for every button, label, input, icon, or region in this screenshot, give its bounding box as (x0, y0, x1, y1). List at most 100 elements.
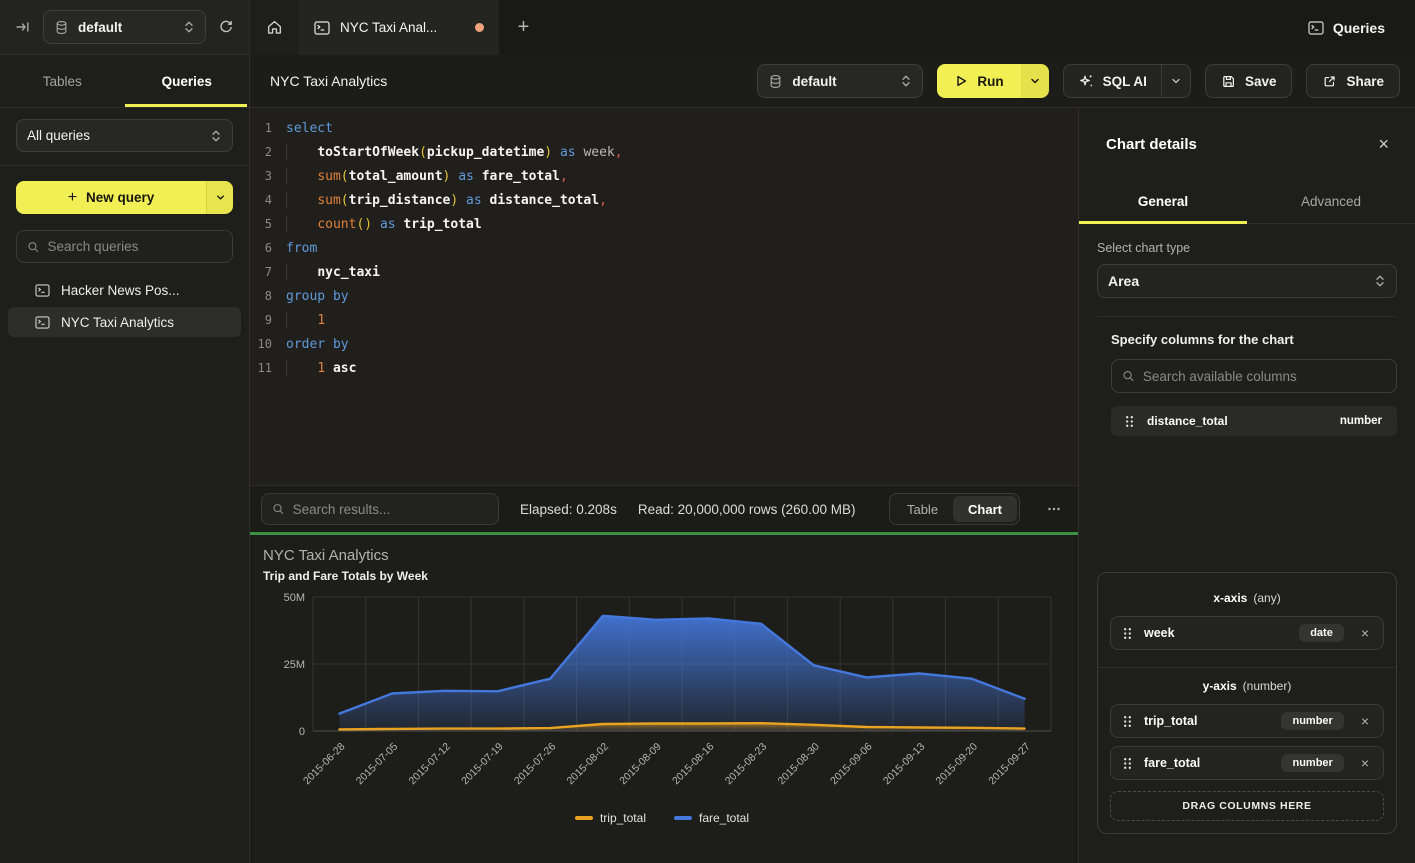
chart-type-value: Area (1108, 273, 1139, 289)
legend-swatch (674, 816, 692, 820)
new-query-button[interactable]: + New query (16, 181, 206, 214)
line-number: 4 (250, 193, 286, 207)
remove-column-icon[interactable]: × (1356, 626, 1374, 640)
sql-console-app: default NYC Taxi Anal... + (0, 0, 1415, 863)
new-query-button-group: + New query (16, 181, 233, 214)
more-options-icon[interactable] (1041, 502, 1067, 516)
remove-column-icon[interactable]: × (1356, 756, 1374, 770)
chart-details-title: Chart details (1106, 136, 1197, 153)
svg-text:2015-09-13: 2015-09-13 (881, 741, 928, 788)
query-terminal-icon (35, 316, 50, 329)
columns-search-input[interactable] (1143, 369, 1386, 384)
sub-bar: Tables Queries NYC Taxi Analytics defaul… (0, 55, 1415, 108)
svg-text:2015-07-19: 2015-07-19 (459, 741, 506, 788)
new-tab-button[interactable]: + (499, 0, 548, 55)
line-number: 7 (250, 265, 286, 279)
x-axis-label: x-axis (1213, 591, 1247, 605)
y-axis-column-trip-total[interactable]: trip_total number × (1110, 704, 1384, 738)
code-line[interactable]: 2 toStartOfWeek(pickup_datetime) as week… (250, 140, 1078, 164)
tab-queries[interactable]: Queries (125, 55, 250, 107)
database-icon (54, 20, 69, 35)
run-database-selector[interactable]: default (757, 64, 923, 98)
sql-ai-label: SQL AI (1103, 74, 1147, 89)
chart-subtitle: Trip and Fare Totals by Week (263, 569, 1068, 583)
content: All queries + New query (0, 108, 1415, 863)
share-button[interactable]: Share (1306, 64, 1400, 98)
new-query-options-button[interactable] (206, 181, 233, 214)
code-line[interactable]: 1select (250, 116, 1078, 140)
results-search-input[interactable] (293, 502, 488, 517)
line-number: 2 (250, 145, 286, 159)
code-line[interactable]: 4 sum(trip_distance) as distance_total, (250, 188, 1078, 212)
plus-icon: + (68, 189, 77, 207)
columns-search-box (1111, 359, 1397, 393)
active-tab-underline (1079, 221, 1247, 224)
svg-text:2015-08-16: 2015-08-16 (670, 741, 717, 788)
code-line[interactable]: 8group by (250, 284, 1078, 308)
run-button[interactable]: Run (937, 64, 1020, 98)
svg-text:2015-06-28: 2015-06-28 (301, 741, 348, 788)
column-name: trip_total (1144, 714, 1197, 728)
home-tab[interactable] (250, 0, 299, 55)
database-selector[interactable]: default (43, 10, 206, 44)
tab-advanced[interactable]: Advanced (1247, 180, 1415, 223)
code-line[interactable]: 9 1 (250, 308, 1078, 332)
sql-ai-button[interactable]: SQL AI (1064, 65, 1161, 97)
run-options-button[interactable] (1021, 64, 1049, 98)
close-icon[interactable]: × (1378, 135, 1389, 153)
code-line[interactable]: 6from (250, 236, 1078, 260)
chart-legend: trip_total fare_total (256, 811, 1068, 825)
query-terminal-icon (35, 284, 50, 297)
y-axis-label: y-axis (1203, 679, 1237, 693)
line-number: 11 (250, 361, 286, 375)
remove-column-icon[interactable]: × (1356, 714, 1374, 728)
query-list-item-hacker-news[interactable]: Hacker News Pos... (8, 275, 241, 305)
sql-editor[interactable]: 1select2 toStartOfWeek(pickup_datetime) … (250, 108, 1078, 485)
queries-nav[interactable]: Queries (1308, 0, 1415, 55)
code-line[interactable]: 10order by (250, 332, 1078, 356)
query-list-item-nyc-taxi[interactable]: NYC Taxi Analytics (8, 307, 241, 337)
legend-item[interactable]: fare_total (674, 811, 749, 825)
drag-handle-icon[interactable] (1123, 627, 1132, 640)
refresh-icon[interactable] (218, 19, 234, 35)
drag-handle-icon[interactable] (1125, 415, 1134, 428)
svg-text:2015-07-26: 2015-07-26 (512, 741, 559, 788)
code-line[interactable]: 5 count() as trip_total (250, 212, 1078, 236)
sql-ai-options-button[interactable] (1161, 65, 1190, 97)
query-filter-select[interactable]: All queries (16, 119, 233, 152)
code-line[interactable]: 3 sum(total_amount) as fare_total, (250, 164, 1078, 188)
drag-handle-icon[interactable] (1123, 757, 1132, 770)
legend-label: fare_total (699, 811, 749, 825)
new-query-label: New query (86, 190, 154, 205)
query-terminal-icon (314, 21, 330, 35)
chevron-updown-icon (900, 74, 912, 88)
y-axis-column-fare-total[interactable]: fare_total number × (1110, 746, 1384, 780)
area-chart: 025M50M2015-06-282015-07-052015-07-12201… (256, 587, 1068, 811)
x-axis-column-week[interactable]: week date × (1110, 616, 1384, 650)
chart-details-tabs: General Advanced (1079, 180, 1415, 224)
tab-general[interactable]: General (1079, 180, 1247, 223)
y-axis-heading: y-axis(number) (1110, 679, 1384, 693)
top-bar: default NYC Taxi Anal... + (0, 0, 1415, 55)
drag-handle-icon[interactable] (1123, 715, 1132, 728)
query-toolbar: NYC Taxi Analytics default Run (250, 55, 1415, 108)
code-line[interactable]: 7 nyc_taxi (250, 260, 1078, 284)
table-view-button[interactable]: Table (892, 496, 953, 522)
results-view-toggle: Table Chart (889, 493, 1020, 525)
x-axis-heading: x-axis(any) (1110, 591, 1384, 605)
legend-item[interactable]: trip_total (575, 811, 646, 825)
code-line[interactable]: 11 1 asc (250, 356, 1078, 380)
tab-nyc-taxi-analytics[interactable]: NYC Taxi Anal... (299, 0, 499, 55)
save-button[interactable]: Save (1205, 64, 1293, 98)
query-search-input[interactable] (48, 239, 222, 254)
tab-tables[interactable]: Tables (0, 55, 125, 107)
chart-type-select[interactable]: Area (1097, 264, 1397, 298)
drag-columns-dropzone[interactable]: DRAG COLUMNS HERE (1110, 791, 1384, 821)
column-type-badge: number (1281, 754, 1343, 772)
save-label: Save (1245, 74, 1277, 89)
chart-view-button[interactable]: Chart (953, 496, 1017, 522)
chart-panel: NYC Taxi Analytics Trip and Fare Totals … (250, 535, 1078, 863)
column-type: number (1340, 415, 1382, 427)
collapse-sidebar-icon[interactable] (15, 19, 31, 35)
available-column-distance-total[interactable]: distance_total number (1111, 406, 1397, 436)
